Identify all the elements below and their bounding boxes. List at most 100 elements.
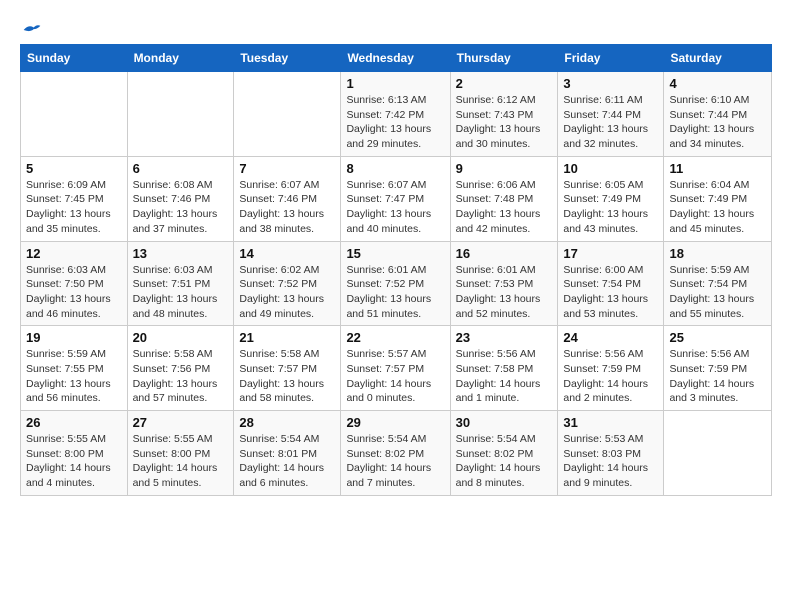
weekday-header-tuesday: Tuesday [234,45,341,72]
day-number: 11 [669,161,766,176]
calendar-cell: 19Sunrise: 5:59 AM Sunset: 7:55 PM Dayli… [21,326,128,411]
day-number: 7 [239,161,335,176]
calendar-cell [664,411,772,496]
calendar-cell: 17 Sunrise: 6:00 AM Sunset: 7:54 PM Dayli… [558,241,664,326]
day-number: 10 [563,161,658,176]
day-number: 9 [456,161,553,176]
calendar-week-1: 1 Sunrise: 6:13 AM Sunset: 7:42 PM Daylig… [21,72,772,157]
day-number: 28 [239,415,335,430]
day-info: Sunrise: 5:55 AM Sunset: 8:00 PM Dayligh… [26,432,122,491]
day-number: 29 [346,415,444,430]
calendar-cell: 16 Sunrise: 6:01 AM Sunset: 7:53 PM Dayli… [450,241,558,326]
weekday-header-row: SundayMondayTuesdayWednesdayThursdayFrid… [21,45,772,72]
calendar-cell: 12Sunrise: 6:03 AM Sunset: 7:50 PM Dayli… [21,241,128,326]
day-number: 3 [563,76,658,91]
calendar-cell [21,72,128,157]
calendar-table: SundayMondayTuesdayWednesdayThursdayFrid… [20,44,772,496]
calendar-cell: 8 Sunrise: 6:07 AM Sunset: 7:47 PM Daylig… [341,156,450,241]
calendar-week-2: 5Sunrise: 6:09 AM Sunset: 7:45 PM Daylig… [21,156,772,241]
day-info: Sunrise: 6:09 AM Sunset: 7:45 PM Dayligh… [26,178,122,237]
day-number: 25 [669,330,766,345]
logo [20,20,42,34]
calendar-cell: 7 Sunrise: 6:07 AM Sunset: 7:46 PM Daylig… [234,156,341,241]
day-info: Sunrise: 6:05 AM Sunset: 7:49 PM Dayligh… [563,178,658,237]
calendar-cell: 23 Sunrise: 5:56 AM Sunset: 7:58 PM Dayli… [450,326,558,411]
calendar-cell: 2 Sunrise: 6:12 AM Sunset: 7:43 PM Daylig… [450,72,558,157]
logo-bird-icon [22,22,42,38]
calendar-cell: 22 Sunrise: 5:57 AM Sunset: 7:57 PM Dayli… [341,326,450,411]
day-number: 15 [346,246,444,261]
day-info: Sunrise: 5:56 AM Sunset: 7:59 PM Dayligh… [669,347,766,406]
day-info: Sunrise: 5:54 AM Sunset: 8:01 PM Dayligh… [239,432,335,491]
day-number: 23 [456,330,553,345]
calendar-cell: 10 Sunrise: 6:05 AM Sunset: 7:49 PM Dayli… [558,156,664,241]
header [20,20,772,34]
day-info: Sunrise: 5:56 AM Sunset: 7:58 PM Dayligh… [456,347,553,406]
day-info: Sunrise: 5:58 AM Sunset: 7:56 PM Dayligh… [133,347,229,406]
calendar-cell: 15 Sunrise: 6:01 AM Sunset: 7:52 PM Dayli… [341,241,450,326]
day-info: Sunrise: 6:11 AM Sunset: 7:44 PM Dayligh… [563,93,658,152]
day-info: Sunrise: 6:02 AM Sunset: 7:52 PM Dayligh… [239,263,335,322]
day-info: Sunrise: 6:12 AM Sunset: 7:43 PM Dayligh… [456,93,553,152]
calendar-cell: 14 Sunrise: 6:02 AM Sunset: 7:52 PM Dayli… [234,241,341,326]
weekday-header-saturday: Saturday [664,45,772,72]
day-info: Sunrise: 6:13 AM Sunset: 7:42 PM Dayligh… [346,93,444,152]
day-number: 24 [563,330,658,345]
day-number: 4 [669,76,766,91]
calendar-cell: 6Sunrise: 6:08 AM Sunset: 7:46 PM Daylig… [127,156,234,241]
calendar-cell: 29Sunrise: 5:54 AM Sunset: 8:02 PM Dayli… [341,411,450,496]
calendar-cell: 3 Sunrise: 6:11 AM Sunset: 7:44 PM Daylig… [558,72,664,157]
day-number: 17 [563,246,658,261]
day-number: 26 [26,415,122,430]
calendar-cell: 1 Sunrise: 6:13 AM Sunset: 7:42 PM Daylig… [341,72,450,157]
weekday-header-friday: Friday [558,45,664,72]
day-info: Sunrise: 5:54 AM Sunset: 8:02 PM Dayligh… [456,432,553,491]
day-info: Sunrise: 5:55 AM Sunset: 8:00 PM Dayligh… [133,432,229,491]
day-number: 1 [346,76,444,91]
day-info: Sunrise: 6:07 AM Sunset: 7:46 PM Dayligh… [239,178,335,237]
day-number: 21 [239,330,335,345]
day-info: Sunrise: 5:59 AM Sunset: 7:55 PM Dayligh… [26,347,122,406]
day-info: Sunrise: 5:57 AM Sunset: 7:57 PM Dayligh… [346,347,444,406]
day-info: Sunrise: 6:01 AM Sunset: 7:52 PM Dayligh… [346,263,444,322]
calendar-cell: 13 Sunrise: 6:03 AM Sunset: 7:51 PM Dayli… [127,241,234,326]
calendar-week-4: 19Sunrise: 5:59 AM Sunset: 7:55 PM Dayli… [21,326,772,411]
calendar-cell: 25 Sunrise: 5:56 AM Sunset: 7:59 PM Dayli… [664,326,772,411]
weekday-header-sunday: Sunday [21,45,128,72]
calendar-cell: 31 Sunrise: 5:53 AM Sunset: 8:03 PM Dayli… [558,411,664,496]
day-info: Sunrise: 6:00 AM Sunset: 7:54 PM Dayligh… [563,263,658,322]
day-info: Sunrise: 5:53 AM Sunset: 8:03 PM Dayligh… [563,432,658,491]
day-info: Sunrise: 6:04 AM Sunset: 7:49 PM Dayligh… [669,178,766,237]
day-number: 13 [133,246,229,261]
day-info: Sunrise: 6:07 AM Sunset: 7:47 PM Dayligh… [346,178,444,237]
day-number: 20 [133,330,229,345]
day-number: 30 [456,415,553,430]
day-number: 22 [346,330,444,345]
day-number: 16 [456,246,553,261]
calendar-body: 1 Sunrise: 6:13 AM Sunset: 7:42 PM Daylig… [21,72,772,496]
day-info: Sunrise: 6:03 AM Sunset: 7:51 PM Dayligh… [133,263,229,322]
calendar-cell: 26 Sunrise: 5:55 AM Sunset: 8:00 PM Dayli… [21,411,128,496]
day-info: Sunrise: 5:59 AM Sunset: 7:54 PM Dayligh… [669,263,766,322]
day-info: Sunrise: 6:01 AM Sunset: 7:53 PM Dayligh… [456,263,553,322]
calendar-cell: 24Sunrise: 5:56 AM Sunset: 7:59 PM Dayli… [558,326,664,411]
day-number: 31 [563,415,658,430]
day-number: 8 [346,161,444,176]
weekday-header-thursday: Thursday [450,45,558,72]
calendar-cell: 11 Sunrise: 6:04 AM Sunset: 7:49 PM Dayli… [664,156,772,241]
day-info: Sunrise: 5:58 AM Sunset: 7:57 PM Dayligh… [239,347,335,406]
day-number: 27 [133,415,229,430]
calendar-cell [127,72,234,157]
calendar-week-5: 26 Sunrise: 5:55 AM Sunset: 8:00 PM Dayli… [21,411,772,496]
day-number: 2 [456,76,553,91]
weekday-header-monday: Monday [127,45,234,72]
calendar-week-3: 12Sunrise: 6:03 AM Sunset: 7:50 PM Dayli… [21,241,772,326]
calendar-cell: 30 Sunrise: 5:54 AM Sunset: 8:02 PM Dayli… [450,411,558,496]
day-number: 14 [239,246,335,261]
calendar-cell: 9Sunrise: 6:06 AM Sunset: 7:48 PM Daylig… [450,156,558,241]
calendar-cell: 4Sunrise: 6:10 AM Sunset: 7:44 PM Daylig… [664,72,772,157]
calendar-cell: 27 Sunrise: 5:55 AM Sunset: 8:00 PM Dayli… [127,411,234,496]
calendar-cell: 18Sunrise: 5:59 AM Sunset: 7:54 PM Dayli… [664,241,772,326]
calendar-cell: 21 Sunrise: 5:58 AM Sunset: 7:57 PM Dayli… [234,326,341,411]
calendar-cell: 20 Sunrise: 5:58 AM Sunset: 7:56 PM Dayli… [127,326,234,411]
